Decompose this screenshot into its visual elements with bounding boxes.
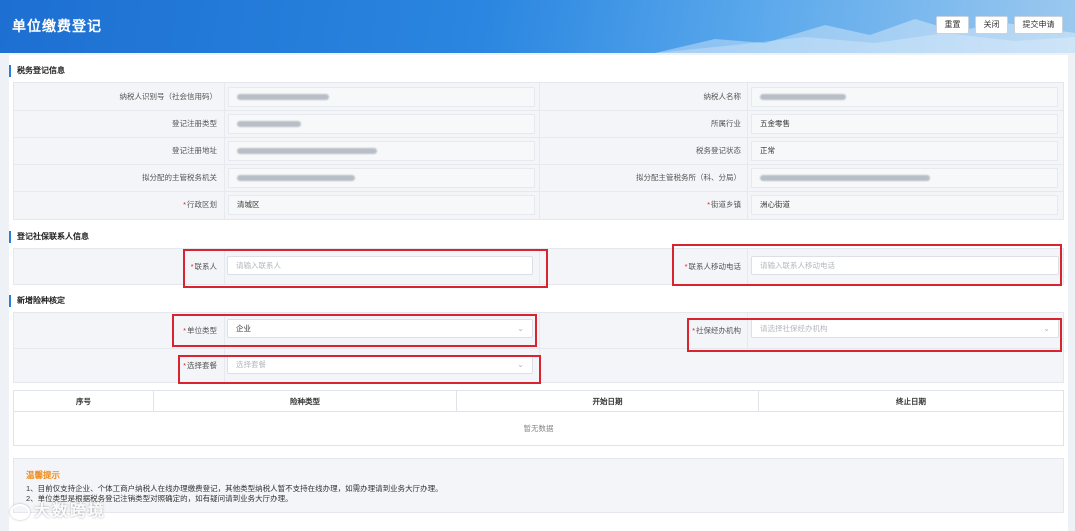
page-header: 单位缴费登记 重置 关闭 提交申请	[0, 0, 1075, 53]
submit-button[interactable]: 提交申请	[1014, 16, 1063, 34]
tax-office-value	[751, 168, 1058, 188]
highlight-contact-phone	[672, 244, 1062, 286]
col-insurance-type: 险种类型	[154, 391, 457, 412]
insurance-section-title: 新增险种核定	[9, 295, 65, 307]
tax-info-section-title: 税务登记信息	[9, 65, 65, 77]
tax-info-grid: 纳税人识别号（社会信用码） 纳税人名称 登记注册类型 所属行业 五金零售 登记注…	[13, 82, 1064, 220]
industry-label: 所属行业	[711, 119, 741, 128]
tips-title: 温馨提示	[26, 470, 61, 480]
highlight-contact	[183, 249, 548, 288]
mountain-decoration	[655, 19, 1075, 53]
taxpayer-name-label: 纳税人名称	[703, 92, 742, 101]
street-value: 洲心街道	[751, 195, 1058, 215]
main-content: 税务登记信息 纳税人识别号（社会信用码） 纳税人名称 登记注册类型 所属行业 五…	[9, 55, 1068, 531]
tips-line-1: 1、目前仅支持企业、个体工商户纳税人在线办理缴费登记，其他类型纳税人暂不支持在线…	[26, 484, 443, 493]
district-value: 清城区	[228, 195, 535, 215]
logo-icon	[10, 503, 30, 520]
tax-status-value: 正常	[751, 141, 1058, 161]
registration-type-value	[228, 114, 535, 134]
table-empty-text: 暂无数据	[523, 424, 554, 433]
district-label: *行政区划	[183, 200, 217, 209]
tax-authority-label: 拟分配的主管税务机关	[142, 173, 217, 182]
highlight-package	[178, 355, 541, 384]
tax-status-label: 税务登记状态	[696, 146, 741, 155]
table-header: 序号 险种类型 开始日期 终止日期	[14, 391, 1063, 412]
col-index: 序号	[14, 391, 154, 412]
highlight-social-agency	[687, 318, 1062, 352]
contact-section-title: 登记社保联系人信息	[9, 231, 89, 243]
industry-value: 五金零售	[751, 114, 1058, 134]
watermark: 大数跨境	[10, 497, 106, 521]
reset-button[interactable]: 重置	[936, 16, 969, 34]
taxpayer-id-value	[228, 87, 535, 107]
insurance-table: 序号 险种类型 开始日期 终止日期 暂无数据	[13, 390, 1064, 446]
taxpayer-name-value	[751, 87, 1058, 107]
col-end-date: 终止日期	[896, 397, 926, 406]
tips-line-2: 2、单位类型是根据税务登记注销类型对照确定的，如有疑问请到业务大厅办理。	[26, 494, 293, 503]
street-label: *街道乡镇	[707, 200, 741, 209]
highlight-unit-type	[172, 314, 537, 347]
tips-box: 温馨提示 1、目前仅支持企业、个体工商户纳税人在线办理缴费登记，其他类型纳税人暂…	[13, 458, 1064, 513]
registration-address-value	[228, 141, 535, 161]
registration-type-label: 登记注册类型	[172, 119, 217, 128]
close-button[interactable]: 关闭	[975, 16, 1008, 34]
col-start-date: 开始日期	[457, 391, 759, 412]
registration-address-label: 登记注册地址	[172, 146, 217, 155]
taxpayer-id-label: 纳税人识别号（社会信用码）	[119, 92, 218, 101]
tax-office-label: 拟分配主管税务所（科、分局）	[636, 173, 741, 182]
page-title: 单位缴费登记	[12, 18, 102, 34]
tax-authority-value	[228, 168, 535, 188]
